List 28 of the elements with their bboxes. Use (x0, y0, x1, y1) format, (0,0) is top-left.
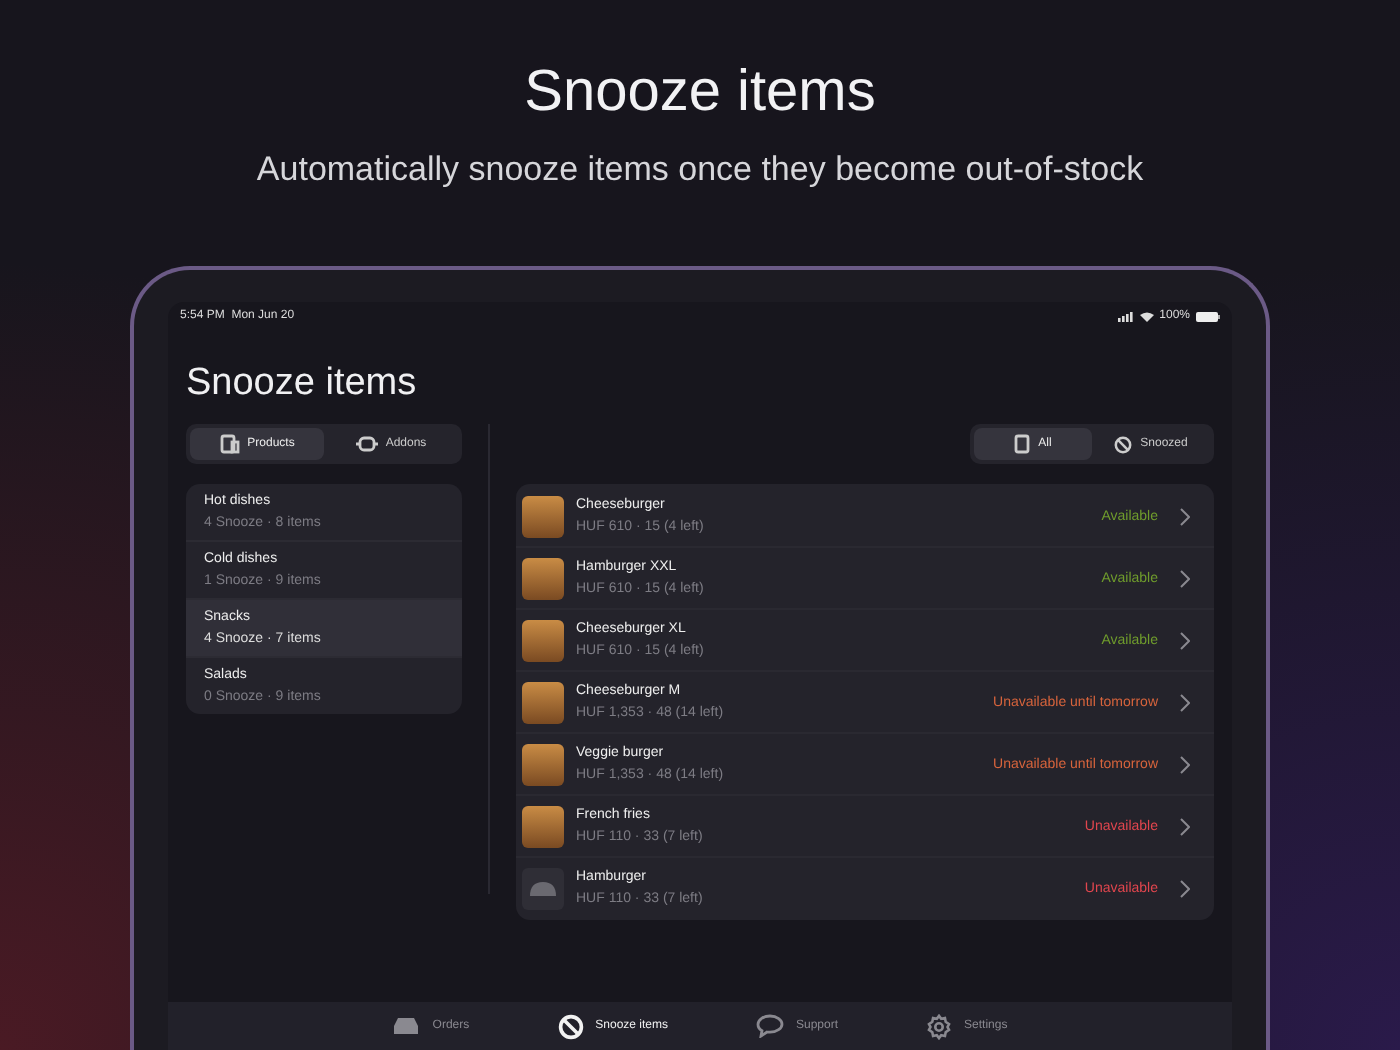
chevron-icon (1180, 693, 1190, 711)
snooze-icon (557, 1013, 584, 1039)
headline: Snooze items (522, 60, 878, 126)
food-photo (522, 805, 564, 847)
tray-icon (392, 1016, 421, 1036)
chevron-icon (1180, 569, 1190, 587)
addon-icon (355, 436, 378, 452)
chevron-icon (1180, 879, 1190, 897)
chevron-icon (1180, 507, 1190, 525)
subtitle: Automatically snooze items once they become out-of-stock (254, 150, 1146, 190)
chevron-icon (1180, 631, 1190, 649)
clipboard-icon (1014, 434, 1031, 454)
snooze-icon (1114, 435, 1133, 453)
food-photo (522, 743, 564, 785)
wifi-icon (1139, 311, 1154, 321)
food-photo (522, 681, 564, 723)
settings-icon (926, 1013, 953, 1039)
food-photo (522, 495, 564, 537)
food-photo (522, 619, 564, 661)
chevron-icon (1180, 817, 1190, 835)
cloche-icon (530, 880, 556, 896)
food-photo (522, 557, 564, 599)
signal-icon (1117, 311, 1134, 321)
chevron-icon (1180, 755, 1190, 773)
product-icon (219, 434, 240, 454)
chat-bubble-icon (756, 1014, 784, 1038)
battery-icon (1196, 311, 1220, 321)
page-title: Snooze items (186, 362, 419, 406)
